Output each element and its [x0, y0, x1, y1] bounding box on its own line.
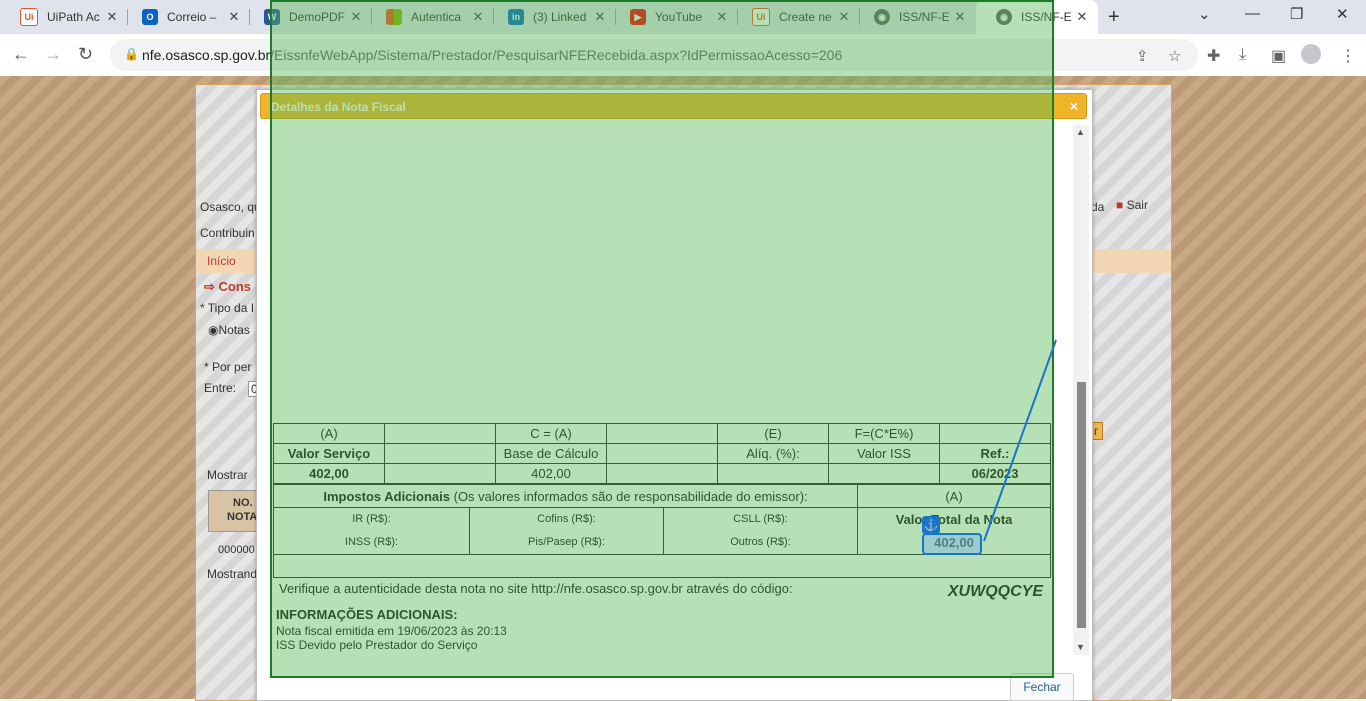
reload-icon[interactable]: ↻ [78, 44, 93, 65]
pis-label: Pis/Pasep (R$): [527, 536, 606, 548]
lock-icon[interactable]: 🔒 [124, 47, 139, 61]
tab-iss-active[interactable]: ◉ ISS/NF-E ✕ [976, 0, 1098, 34]
modal-scrollbar[interactable]: ▲ ▼ [1073, 125, 1089, 655]
youtube-icon: ▶ [630, 9, 646, 25]
outlook-icon: O [142, 9, 158, 25]
restore-button[interactable]: ❐ [1290, 5, 1303, 23]
exit-icon: ■ [1116, 198, 1124, 212]
impostos-note: (Os valores informados são de responsabi… [453, 488, 808, 504]
sair-link[interactable]: ■ Sair [1116, 198, 1148, 212]
menu-kebab-icon[interactable]: ⋮ [1340, 46, 1356, 66]
url-domain: nfe.osasco.sp.gov.br [142, 47, 271, 63]
close-tab-icon[interactable]: ✕ [348, 9, 364, 25]
nota-fiscal-modal: Detalhes da Nota Fiscal × ▲ ▼ (A) C = (A… [256, 89, 1093, 701]
modal-close-button[interactable]: × [1070, 98, 1078, 114]
anchor-icon: ⚓ [922, 516, 940, 534]
close-tab-icon[interactable]: ✕ [952, 9, 968, 25]
close-tab-icon[interactable]: ✕ [592, 9, 608, 25]
scroll-down-arrow[interactable]: ▼ [1076, 642, 1085, 652]
target-highlight [922, 533, 982, 555]
tab-autentica[interactable]: Autentica ✕ [366, 0, 494, 34]
back-icon[interactable]: ← [12, 44, 30, 65]
tipo-label: * Tipo da I [200, 301, 255, 315]
csll-label: CSLL (R$): [733, 513, 788, 525]
fechar-button[interactable]: Fechar [1010, 673, 1074, 701]
close-tab-icon[interactable]: ✕ [470, 9, 486, 25]
location-text: Osasco, qu [200, 200, 261, 214]
info-title: INFORMAÇÕES ADICIONAIS: [276, 607, 458, 622]
scrollbar-thumb[interactable] [1077, 382, 1086, 628]
tab-demopdf[interactable]: W DemoPDF ✕ [244, 0, 372, 34]
uipath-icon: Ui [20, 8, 38, 26]
modal-title: Detalhes da Nota Fiscal [271, 100, 406, 114]
minimize-button[interactable]: — [1245, 5, 1260, 22]
formula-row: (A) C = (A) (E) F=(C*E%) [273, 423, 1051, 444]
mostrar-label: Mostrar [207, 468, 248, 482]
globe-icon: ◉ [874, 9, 890, 25]
inss-label: INSS (R$): [344, 536, 399, 548]
notas-radio[interactable]: ◉Notas [208, 323, 250, 337]
mostrando-text: Mostrand [207, 567, 258, 581]
tab-create[interactable]: Ui Create ne ✕ [732, 0, 860, 34]
tab-correio[interactable]: O Correio – ✕ [122, 0, 250, 34]
value-row: 402,00 402,00 06/2023 [273, 463, 1051, 484]
ir-label: IR (R$): [352, 513, 391, 525]
microsoft-icon [386, 9, 402, 25]
close-tab-icon[interactable]: ✕ [1074, 9, 1090, 25]
tab-youtube[interactable]: ▶ YouTube ✕ [610, 0, 738, 34]
info-line: ISS Devido pelo Prestador do Serviço [276, 638, 478, 652]
new-tab-button[interactable]: + [1108, 6, 1120, 29]
close-tab-icon[interactable]: ✕ [714, 9, 730, 25]
menu-inicio[interactable]: Início [207, 254, 236, 268]
linkedin-icon: in [508, 9, 524, 25]
tab-linkedin[interactable]: in (3) Linked ✕ [488, 0, 616, 34]
consulta-heading: ⇨ Cons [204, 279, 252, 294]
uipath-icon: Ui [752, 8, 770, 26]
word-icon: W [264, 9, 280, 25]
modal-header: Detalhes da Nota Fiscal × [260, 93, 1087, 119]
iss-values-table: (A) C = (A) (E) F=(C*E%) Valor Serviço B… [273, 423, 1051, 484]
table-row[interactable]: 000000 [218, 544, 255, 556]
total-label: Valor Total da Nota [895, 512, 1013, 527]
browser-toolbar: ← → ↻ 🔒 nfe.osasco.sp.gov.br/EissnfeWebA… [0, 34, 1366, 76]
scroll-up-arrow[interactable]: ▲ [1076, 127, 1085, 137]
contribuinte-text: Contribuin [200, 226, 255, 240]
close-tab-icon[interactable]: ✕ [836, 9, 852, 25]
cofins-label: Cofins (R$): [537, 513, 596, 525]
extensions-icon[interactable]: ✚ [1207, 46, 1220, 66]
tab-uipath[interactable]: Ui UiPath Ac ✕ [0, 0, 128, 34]
browser-tab-strip: Ui UiPath Ac ✕ O Correio – ✕ W DemoPDF ✕… [0, 0, 1366, 34]
tab-iss-1[interactable]: ◉ ISS/NF-E ✕ [854, 0, 976, 34]
url-path: /EissnfeWebApp/Sistema/Prestador/Pesquis… [270, 47, 843, 63]
info-line: Nota fiscal emitida em 19/06/2023 às 20:… [276, 624, 507, 638]
verify-code: XUWQQCYE [947, 583, 1043, 600]
bookmark-star-icon[interactable]: ☆ [1168, 47, 1181, 65]
verify-text: Verifique a autenticidade desta nota no … [279, 581, 793, 596]
download-icon[interactable]: ⤓ [1239, 46, 1246, 64]
label-row: Valor Serviço Base de Cálculo Alíq. (%):… [273, 443, 1051, 464]
periodo-label: * Por per [204, 360, 252, 374]
address-bar[interactable]: 🔒 nfe.osasco.sp.gov.br/EissnfeWebApp/Sis… [110, 39, 1198, 71]
impostos-label: Impostos Adicionais [323, 488, 450, 504]
invoice-document: (A) C = (A) (E) F=(C*E%) Valor Serviço B… [273, 120, 1053, 655]
tab-search-icon[interactable]: ⌄ [1198, 5, 1211, 23]
ajuda-link[interactable]: da [1091, 200, 1104, 214]
profile-avatar[interactable] [1301, 44, 1321, 64]
close-tab-icon[interactable]: ✕ [104, 9, 120, 25]
close-tab-icon[interactable]: ✕ [226, 9, 242, 25]
close-window-button[interactable]: ✕ [1336, 5, 1349, 23]
share-icon[interactable]: ⇪ [1136, 47, 1149, 65]
side-panel-icon[interactable]: ▣ [1271, 46, 1286, 66]
globe-icon: ◉ [996, 9, 1012, 25]
outros-label: Outros (R$): [730, 536, 791, 548]
entre-label: Entre: [204, 381, 237, 395]
forward-icon[interactable]: → [44, 44, 62, 65]
